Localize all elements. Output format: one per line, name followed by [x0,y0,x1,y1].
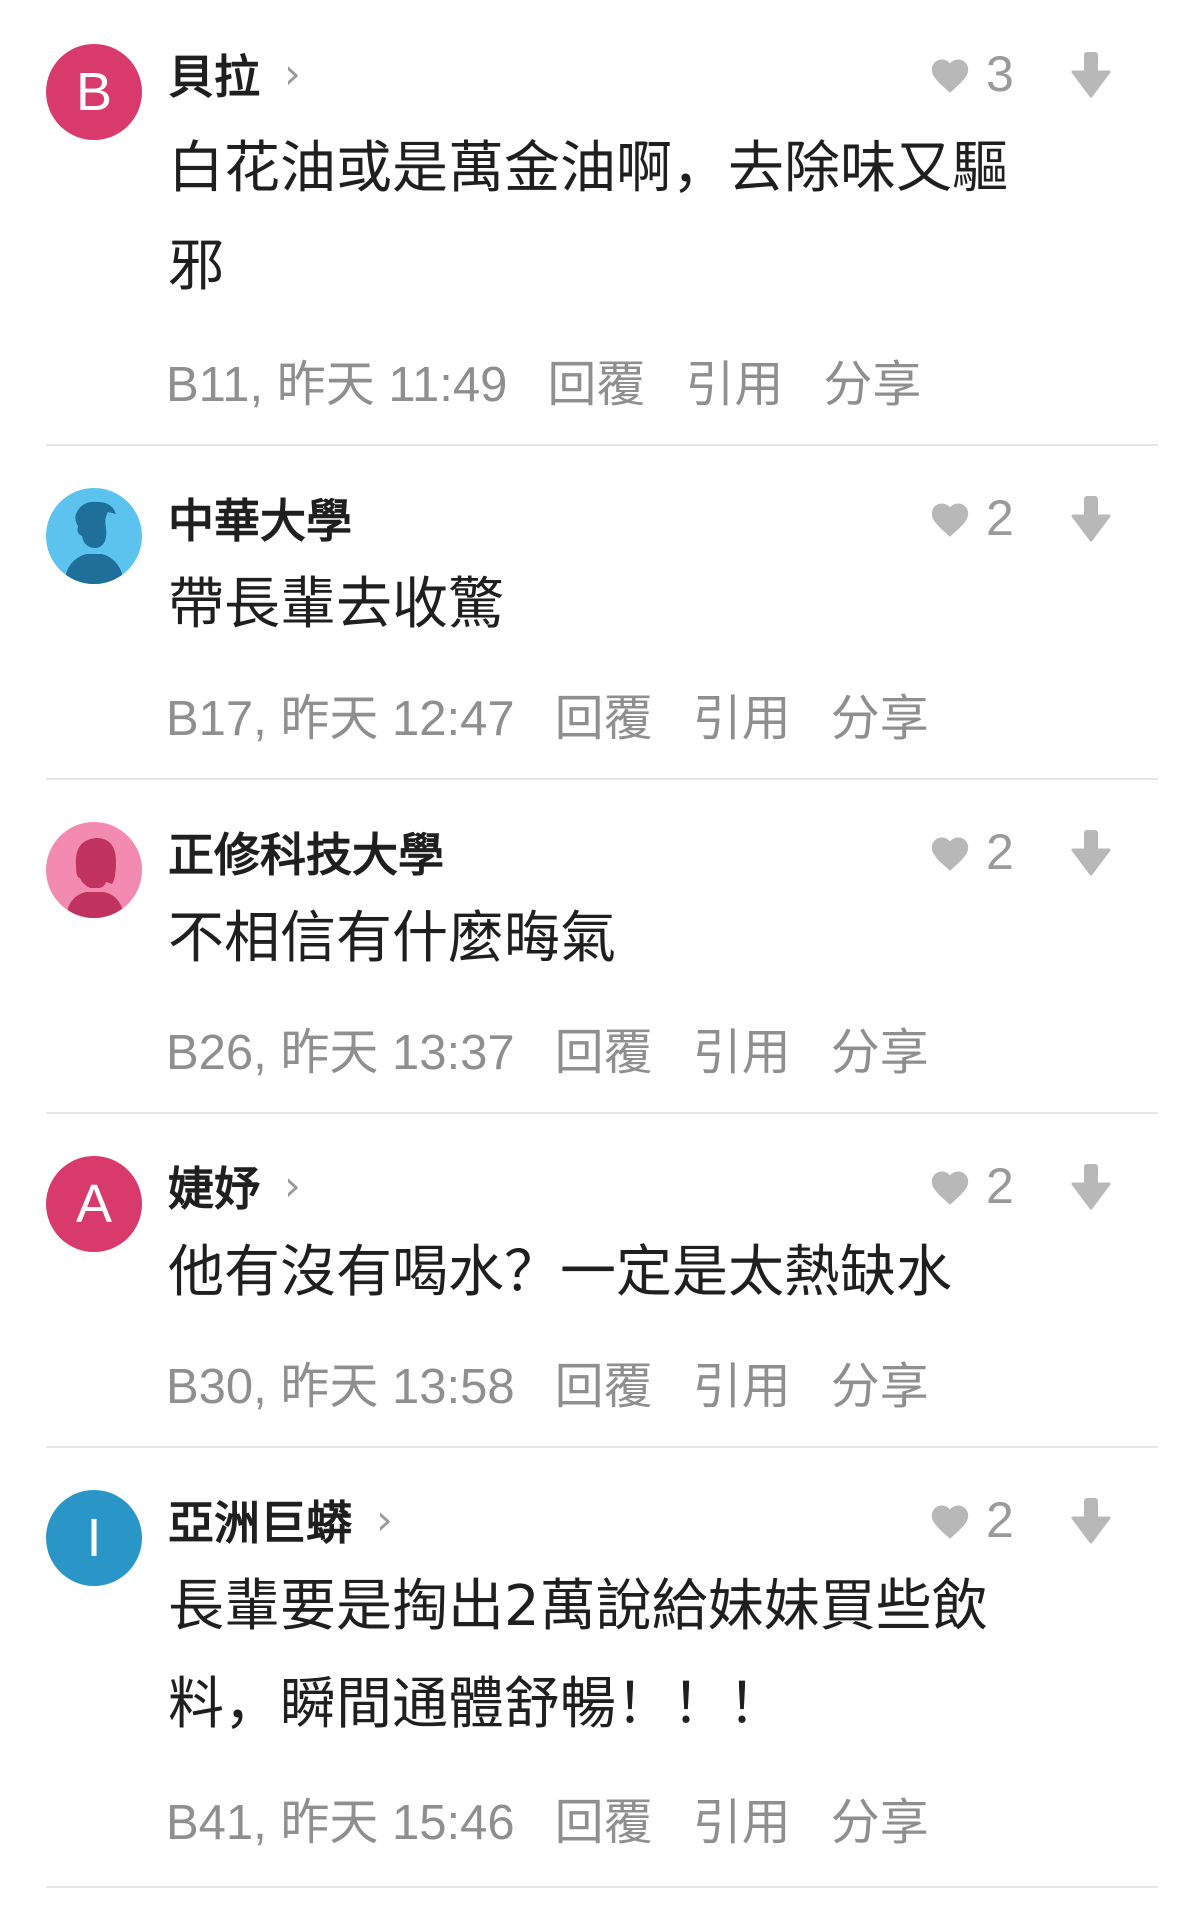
like-count: 3 [986,46,1014,102]
author-name[interactable]: 正修科技大學 [168,819,444,885]
divider [46,1886,1158,1888]
share-button[interactable]: 分享 [831,1013,929,1084]
arrow-down-icon[interactable] [1070,50,1112,98]
heart-icon [931,59,969,93]
like-button[interactable]: 2 [928,822,1014,882]
heart-icon [931,1505,969,1539]
comment-meta: B26, 昨天 13:37 回覆 引用 分享 [166,1016,969,1081]
male-silhouette-icon [64,501,124,584]
like-button[interactable]: 3 [928,44,1014,104]
reply-button[interactable]: 回覆 [555,679,653,750]
reply-button[interactable]: 回覆 [555,1347,653,1418]
share-button[interactable]: 分享 [823,345,921,416]
share-button[interactable]: 分享 [831,679,929,750]
comment-meta: B11, 昨天 11:49 回覆 引用 分享 [166,348,961,413]
avatar[interactable]: B [46,44,142,140]
chevron-right-icon[interactable]: › [284,53,301,95]
reply-button[interactable]: 回覆 [555,1783,653,1854]
like-count: 2 [986,490,1014,546]
floor-time: B26, 昨天 13:37 [166,1025,515,1080]
author-name[interactable]: 中華大學 [168,485,352,551]
quote-button[interactable]: 引用 [693,1783,791,1854]
arrow-down-icon[interactable] [1070,1162,1112,1210]
quote-button[interactable]: 引用 [693,1347,791,1418]
reply-button[interactable]: 回覆 [547,345,645,416]
share-button[interactable]: 分享 [831,1347,929,1418]
author-name[interactable]: 亞洲巨蟒 [168,1487,352,1553]
like-button[interactable]: 2 [928,1156,1014,1216]
floor-time: B41, 昨天 15:46 [166,1795,515,1850]
comment-body: 不相信有什麼晦氣 [168,906,616,971]
divider [46,444,1158,446]
quote-button[interactable]: 引用 [693,679,791,750]
floor-time: B11, 昨天 11:49 [166,357,508,412]
heart-icon [931,503,969,537]
female-silhouette-icon [66,838,124,918]
author-name[interactable]: 貝拉 [168,41,260,107]
comment-feed: B 貝拉 › 3 白花油或是萬金油啊，去除味又驅 邪 B11, 昨天 11:49… [0,0,1179,1931]
quote-button[interactable]: 引用 [685,345,783,416]
avatar-letter: A [75,1174,113,1234]
arrow-down-icon[interactable] [1070,1496,1112,1544]
floor-time: B17, 昨天 12:47 [166,691,515,746]
comment-body: 白花油或是萬金油啊，去除味又驅 邪 [168,136,1008,299]
comment-meta: B17, 昨天 12:47 回覆 引用 分享 [166,682,969,747]
share-button[interactable]: 分享 [831,1783,929,1854]
like-button[interactable]: 2 [928,488,1014,548]
avatar[interactable] [46,822,142,918]
comment-body: 長輩要是掏出2萬說給妹妹買些飲 料，瞬間通體舒暢！！！ [168,1574,988,1737]
author-name[interactable]: 婕妤 [168,1153,260,1219]
arrow-down-icon[interactable] [1070,828,1112,876]
quote-button[interactable]: 引用 [693,1013,791,1084]
divider [46,778,1158,780]
heart-icon [931,1171,969,1205]
arrow-down-icon[interactable] [1070,494,1112,542]
heart-icon [931,837,969,871]
like-count: 2 [986,1158,1014,1214]
comment-body: 帶長輩去收驚 [168,572,504,637]
avatar[interactable]: I [46,1490,142,1586]
like-count: 2 [986,1492,1014,1548]
avatar-letter: B [75,62,113,122]
chevron-right-icon[interactable]: › [284,1165,301,1207]
avatar[interactable]: A [46,1156,142,1252]
comment-body: 他有沒有喝水？一定是太熱缺水 [168,1240,952,1305]
reply-button[interactable]: 回覆 [555,1013,653,1084]
avatar[interactable] [46,488,142,584]
divider [46,1112,1158,1114]
like-button[interactable]: 2 [928,1490,1014,1550]
avatar-letter: I [86,1508,102,1568]
comment-meta: B30, 昨天 13:58 回覆 引用 分享 [166,1350,969,1415]
chevron-right-icon[interactable]: › [376,1499,393,1541]
like-count: 2 [986,824,1014,880]
comment-meta: B41, 昨天 15:46 回覆 引用 分享 [166,1786,969,1851]
floor-time: B30, 昨天 13:58 [166,1359,515,1414]
divider [46,1446,1158,1448]
